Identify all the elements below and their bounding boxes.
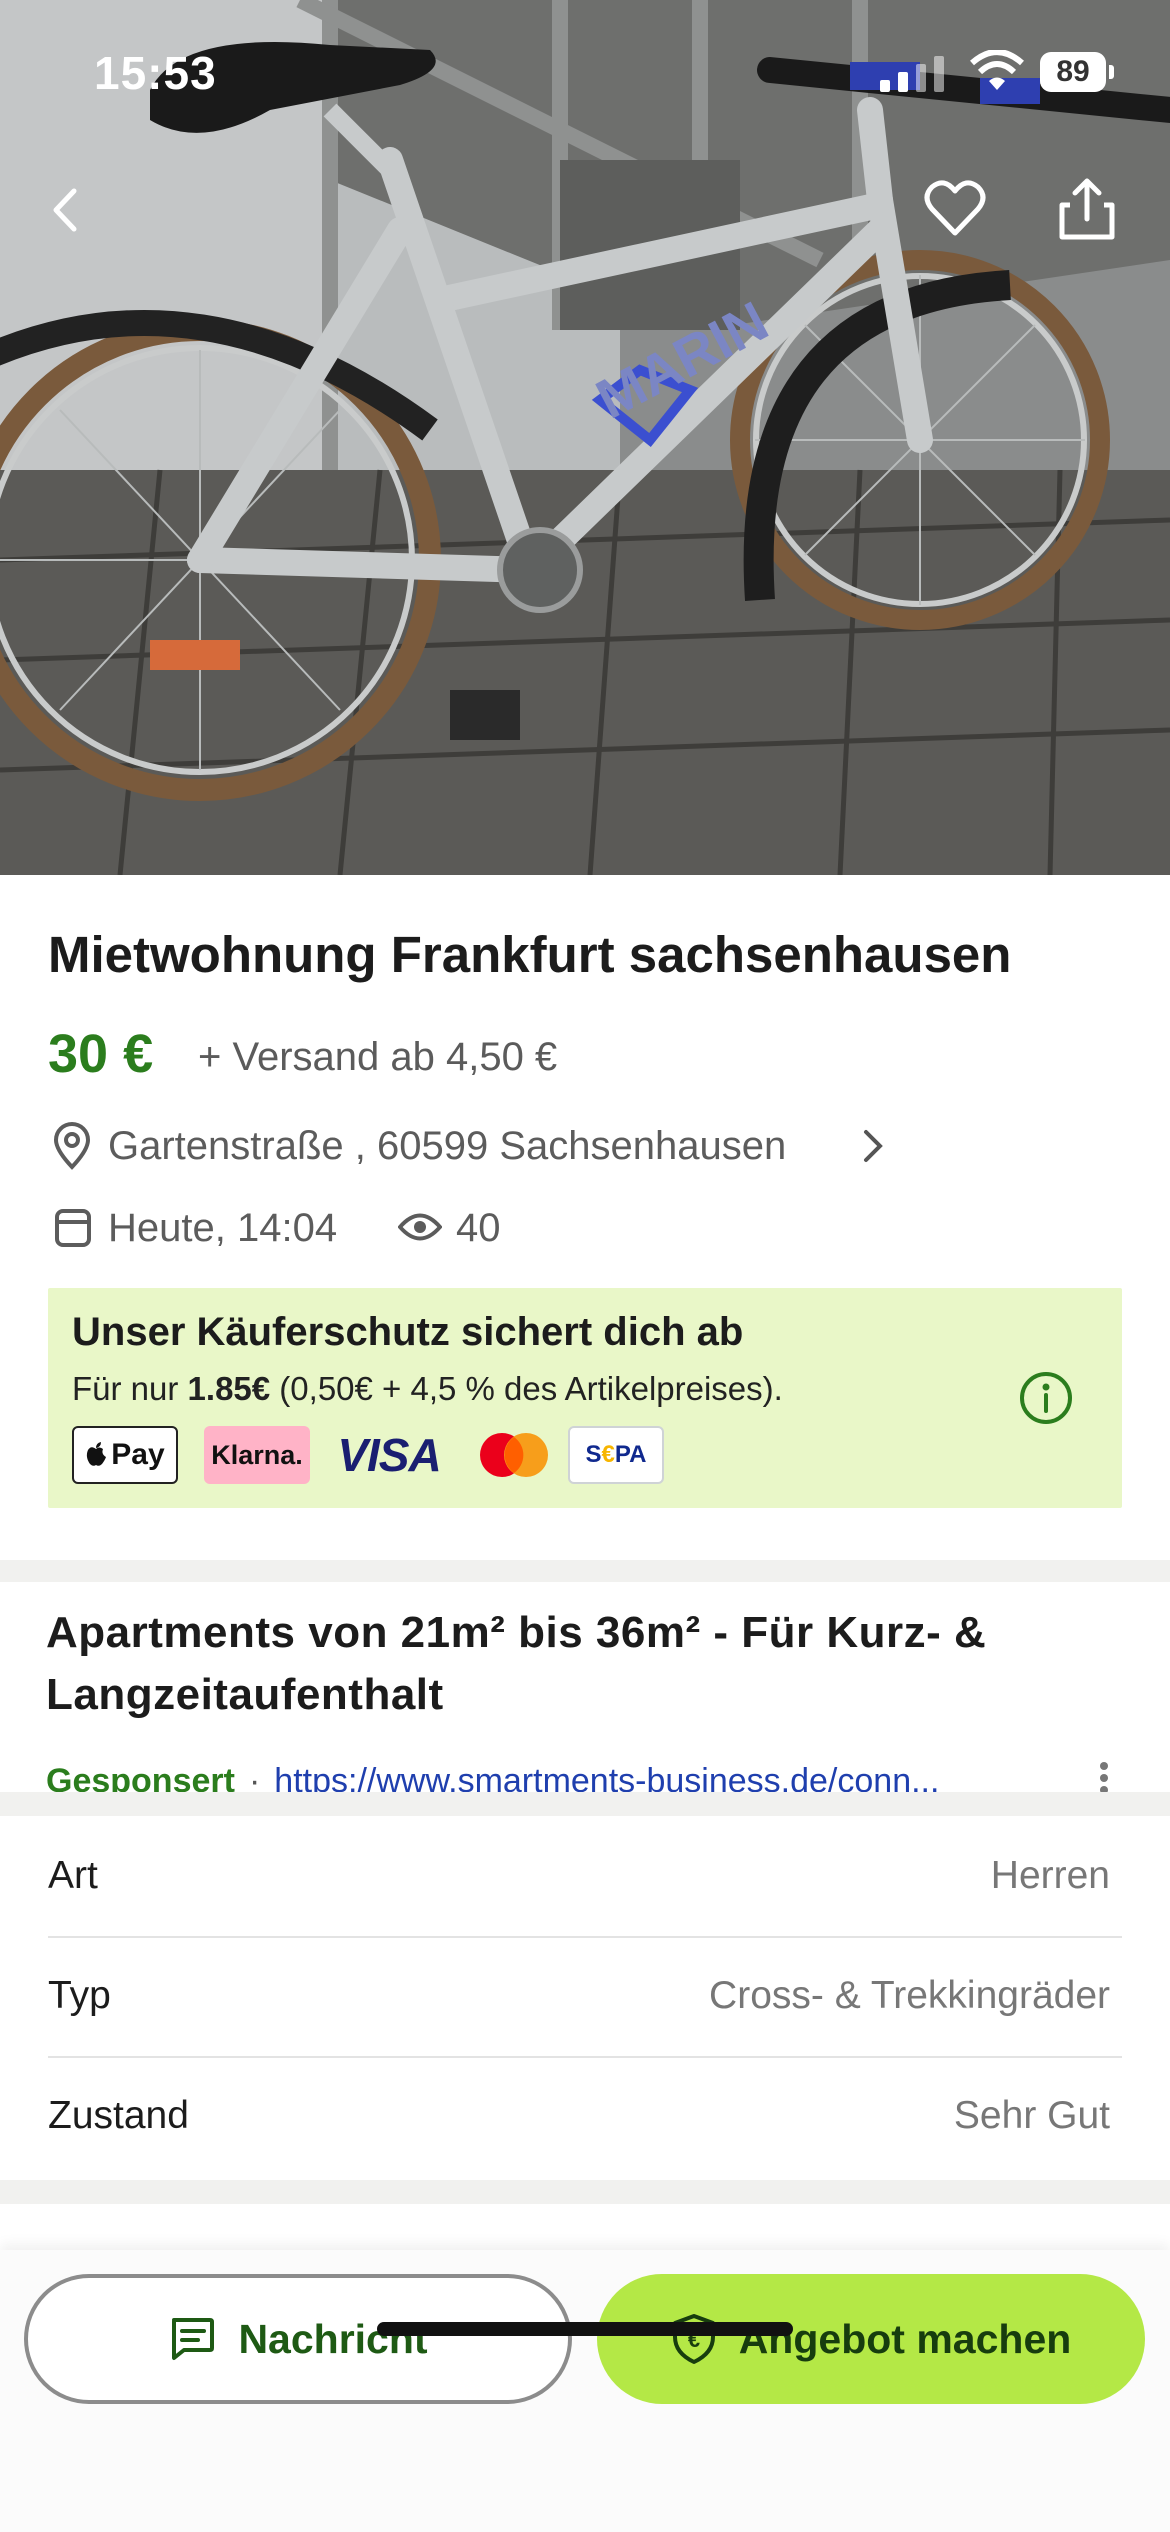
more-options-icon[interactable]	[1092, 1758, 1116, 1792]
location-row[interactable]: Gartenstraße , 60599 Sachsenhausen	[48, 1118, 948, 1174]
wifi-icon	[970, 50, 1024, 90]
section-divider	[0, 1792, 1170, 1816]
chat-icon	[172, 2318, 215, 2360]
message-button[interactable]: Nachricht	[24, 2274, 572, 2404]
location-pin-icon	[53, 1122, 91, 1170]
home-indicator[interactable]	[377, 2322, 793, 2336]
apple-pay-logo: Pay	[72, 1426, 178, 1484]
klarna-logo: Klarna.	[204, 1426, 310, 1484]
attribute-value: Cross- & Trekkingräder	[709, 1974, 1110, 2017]
attribute-key: Typ	[48, 1974, 111, 2017]
attribute-row-art: Art Herren	[48, 1818, 1122, 1938]
shipping-cost: + Versand ab 4,50 €	[198, 1035, 558, 1079]
chevron-right-icon	[864, 1130, 883, 1162]
attribute-value: Sehr Gut	[953, 2094, 1110, 2137]
cellular-signal-icon	[880, 56, 944, 92]
posted-date: Heute, 14:04	[108, 1206, 338, 1250]
battery-indicator: 89	[1040, 52, 1114, 92]
listing-photo[interactable]: MARIN 15:53 89	[0, 0, 1170, 875]
listing-address: Gartenstraße , 60599 Sachsenhausen	[108, 1124, 787, 1168]
attribute-key: Art	[48, 1854, 98, 1897]
ad-url[interactable]: https://www.smartments-business.de/conn.…	[274, 1762, 939, 1792]
apple-icon	[87, 1442, 107, 1466]
calendar-icon	[55, 1209, 91, 1247]
info-icon[interactable]	[1018, 1370, 1074, 1426]
listing-meta: Heute, 14:04 40	[48, 1200, 748, 1256]
ad-title: Apartments von 21m² bis 36m² - Für Kurz-…	[46, 1608, 987, 1719]
shield-euro-icon: €	[672, 2314, 715, 2364]
attribute-key: Zustand	[48, 2094, 189, 2137]
ad-source-line: Gesponsert · https://www.smartments-busine…	[46, 1762, 939, 1792]
mastercard-logo	[480, 1433, 548, 1477]
views-eye-icon	[398, 1213, 442, 1241]
bottom-action-bar: Nachricht € Angebot machen	[0, 2250, 1170, 2532]
share-icon[interactable]	[1052, 175, 1122, 245]
visa-logo: VISA	[337, 1429, 441, 1481]
sponsored-ad[interactable]: Apartments von 21m² bis 36m² - Für Kurz-…	[0, 1582, 1170, 1792]
attribute-value: Herren	[990, 1854, 1110, 1897]
clock: 15:53	[94, 47, 217, 99]
make-offer-button[interactable]: € Angebot machen	[597, 2274, 1145, 2404]
view-count: 40	[456, 1206, 501, 1250]
buyer-protection-text: Für nur 1.85€ (0,50€ + 4,5 % des Artikel…	[72, 1370, 783, 1407]
buyer-protection-title: Unser Käuferschutz sichert dich ab	[72, 1310, 744, 1354]
buyer-protection-banner[interactable]: Unser Käuferschutz sichert dich ab Für n…	[48, 1288, 1122, 1508]
sepa-logo: S€PA	[568, 1426, 664, 1484]
listing-title: Mietwohnung Frankfurt sachsenhausen	[48, 926, 1012, 983]
status-bar: 15:53 89	[0, 0, 1170, 140]
section-divider	[0, 1560, 1170, 1582]
back-chevron-icon[interactable]	[30, 175, 100, 245]
attribute-row-zustand: Zustand Sehr Gut	[48, 2058, 1122, 2176]
listing-price: 30 €	[48, 1024, 154, 1084]
favorite-heart-icon[interactable]	[920, 175, 990, 245]
protection-fee: 1.85€	[187, 1370, 271, 1407]
sponsored-label: Gesponsert	[46, 1762, 235, 1792]
section-divider	[0, 2180, 1170, 2204]
attribute-row-typ: Typ Cross- & Trekkingräder	[48, 1938, 1122, 2058]
